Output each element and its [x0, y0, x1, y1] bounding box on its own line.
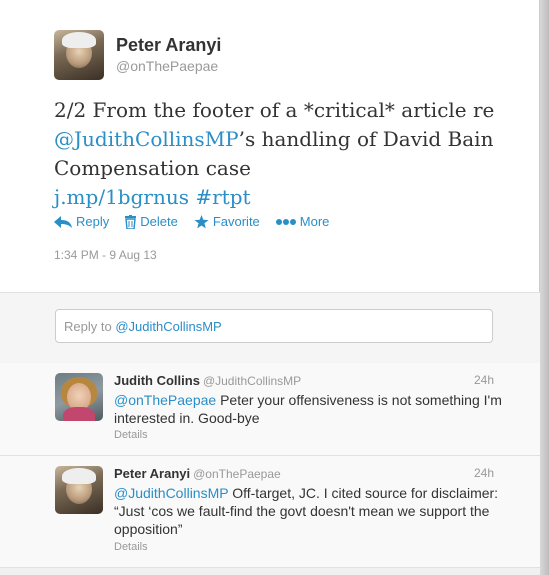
bottom-band	[0, 568, 540, 575]
details-link[interactable]: Details	[114, 429, 148, 441]
reply-text: @JudithCollinsMP Off-target, JC. I cited…	[114, 484, 509, 538]
tweet-text-part: 2/2 From the footer of a *critical* arti…	[54, 98, 495, 122]
avatar[interactable]	[55, 466, 103, 514]
delete-button[interactable]: Delete	[125, 214, 178, 229]
reply-mention-link[interactable]: @onThePaepae	[114, 392, 216, 408]
favorite-label: Favorite	[212, 214, 260, 229]
reply-input[interactable]: Reply to @JudithCollinsMP	[55, 309, 493, 343]
tweet-actions: Reply Delete Favorite More	[54, 214, 329, 229]
author-handle[interactable]: @onThePaepae	[116, 58, 218, 74]
avatar-hair	[62, 32, 96, 48]
favorite-button[interactable]: Favorite	[194, 214, 260, 229]
reply-mention-link[interactable]: @JudithCollinsMP	[114, 485, 228, 501]
avatar[interactable]	[54, 30, 104, 80]
delete-label: Delete	[140, 214, 178, 229]
more-icon	[275, 218, 296, 225]
details-link[interactable]: Details	[114, 541, 148, 553]
trash-icon	[125, 214, 137, 229]
reply-prefix: Reply to	[64, 319, 112, 334]
more-label: More	[299, 214, 330, 229]
reply-tweet[interactable]: Judith Collins @JudithCollinsMP 24h @onTh…	[0, 363, 540, 456]
reply-text: @onThePaepae Peter your offensiveness is…	[114, 391, 509, 427]
reply-author-name[interactable]: Peter Aranyi	[114, 466, 190, 481]
author-name[interactable]: Peter Aranyi	[116, 35, 221, 56]
more-button[interactable]: More	[275, 214, 330, 229]
reply-header: Judith Collins @JudithCollinsMP	[114, 373, 301, 388]
reply-author-name[interactable]: Judith Collins	[114, 373, 200, 388]
reply-author-handle[interactable]: @onThePaepae	[193, 467, 281, 481]
reply-mention: @JudithCollinsMP	[115, 319, 222, 334]
tweet-text: 2/2 From the footer of a *critical* arti…	[54, 96, 514, 212]
avatar[interactable]	[55, 373, 103, 421]
avatar-hair	[62, 468, 96, 484]
star-icon	[194, 214, 209, 228]
avatar-shirt	[63, 407, 95, 421]
short-link[interactable]: j.mp/1bgrnus	[54, 185, 189, 209]
mention-link[interactable]: @JudithCollinsMP	[54, 127, 239, 151]
window-edge	[540, 0, 549, 575]
reply-author-handle[interactable]: @JudithCollinsMP	[203, 374, 301, 388]
reply-time[interactable]: 24h	[474, 373, 494, 387]
reply-area: Reply to @JudithCollinsMP	[0, 292, 540, 364]
main-tweet: Peter Aranyi @onThePaepae 2/2 From the f…	[0, 0, 540, 292]
reply-time[interactable]: 24h	[474, 466, 494, 480]
reply-label: Reply	[76, 214, 110, 229]
reply-header: Peter Aranyi @onThePaepae	[114, 466, 281, 481]
tweet-timestamp[interactable]: 1:34 PM - 9 Aug 13	[54, 248, 157, 262]
hashtag-link[interactable]: #rtpt	[195, 185, 250, 209]
reply-tweet[interactable]: Peter Aranyi @onThePaepae 24h @JudithColl…	[0, 456, 540, 568]
reply-icon	[54, 215, 72, 228]
reply-button[interactable]: Reply	[54, 214, 109, 229]
tweet-card: Peter Aranyi @onThePaepae 2/2 From the f…	[0, 0, 540, 575]
